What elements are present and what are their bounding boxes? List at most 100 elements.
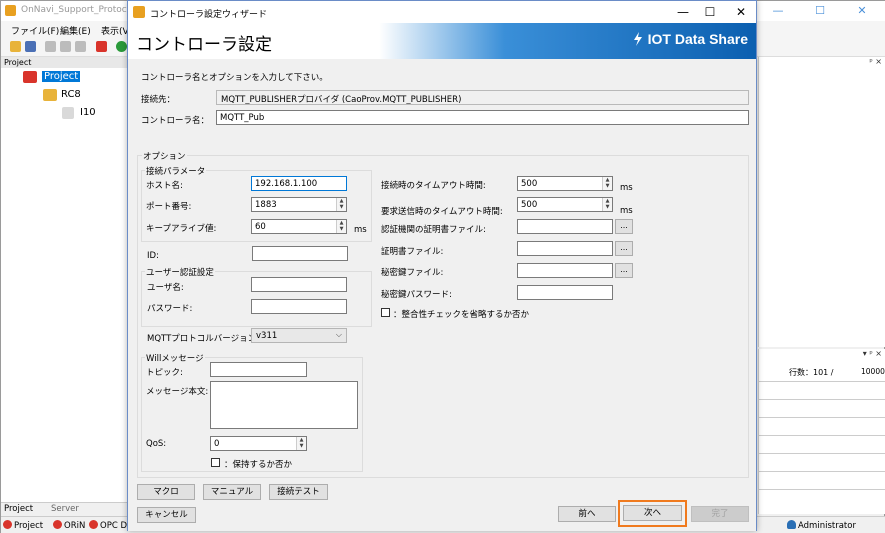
copy-icon[interactable] (45, 41, 56, 52)
dialog-maximize-icon[interactable]: ☐ (695, 3, 725, 21)
private-key-input[interactable] (517, 263, 613, 278)
connection-label: 接続先： (141, 95, 176, 105)
next-button[interactable]: 次へ (623, 505, 682, 521)
private-key-label: 秘密鍵ファイル: (381, 268, 444, 278)
private-key-browse-button[interactable]: ... (615, 263, 633, 278)
port-label: ポート番号: (146, 202, 192, 212)
connection-test-button[interactable]: 接続テスト (269, 484, 328, 500)
username-input[interactable] (251, 277, 347, 292)
grid-line (759, 399, 885, 400)
req-timeout-spin-buttons: ▲ ▼ (602, 198, 612, 211)
spin-down-icon[interactable]: ▼ (337, 226, 346, 232)
mqtt-version-label: MQTTプロトコルバージョン: (147, 334, 259, 344)
key-password-label: 秘密鍵パスワード: (381, 290, 452, 300)
skip-integrity-checkbox[interactable] (381, 308, 390, 317)
menu-view[interactable]: 表示(V (101, 24, 129, 37)
options-title: オプション (142, 150, 187, 162)
conn-timeout-stepper[interactable]: 500 ▲ ▼ (517, 176, 613, 191)
password-input[interactable] (251, 299, 347, 314)
status-error-icon (89, 520, 98, 529)
tree-node-project-label: Project (42, 71, 81, 82)
user-icon (787, 520, 796, 529)
menu-edit[interactable]: 編集(E) (60, 24, 91, 37)
req-timeout-label: 要求送信時のタイムアウト時間: (381, 207, 503, 217)
topic-input[interactable] (210, 362, 307, 377)
brand-logo: IOT Data Share (632, 31, 748, 47)
password-label: パスワード: (147, 304, 193, 314)
cert-label: 証明書ファイル: (381, 247, 444, 257)
spin-down-icon[interactable]: ▼ (337, 204, 346, 210)
keepalive-stepper[interactable]: 60 ▲ ▼ (251, 219, 347, 234)
keepalive-unit: ms (354, 225, 367, 235)
controller-name-input[interactable]: MQTT_Pub (216, 110, 749, 125)
wizard-body: コントローラ名とオプションを入力して下さい。 接続先： MQTT_PUBLISH… (128, 59, 756, 531)
tree-node-rc8[interactable]: RC8 (61, 89, 81, 100)
tab-project[interactable]: Project (4, 504, 33, 514)
mqtt-version-select[interactable]: v311 ⌵ (251, 328, 347, 343)
connection-field: MQTT_PUBLISHERプロバイダ (CaoProv.MQTT_PUBLIS… (216, 90, 749, 105)
ca-cert-browse-button[interactable]: ... (615, 219, 633, 234)
wizard-page-title: コントローラ設定 (136, 35, 272, 55)
qos-stepper[interactable]: 0 ▲ ▼ (210, 436, 307, 451)
status-error-icon (53, 520, 62, 529)
host-input[interactable]: 192.168.1.100 (251, 176, 347, 191)
grid-line (759, 381, 885, 382)
tab-server[interactable]: Server (51, 504, 79, 514)
req-timeout-stepper[interactable]: 500 ▲ ▼ (517, 197, 613, 212)
cancel-button[interactable]: キャンセル (137, 507, 196, 523)
macro-button[interactable]: マクロ (137, 484, 195, 500)
port-spin-buttons: ▲ ▼ (336, 198, 346, 211)
status-project: Project (3, 520, 43, 531)
dialog-close-icon[interactable]: ✕ (726, 3, 756, 21)
pin-close-icon[interactable]: ᵖ × (869, 57, 882, 66)
message-body-textarea[interactable] (210, 381, 358, 429)
ca-cert-input[interactable] (517, 219, 613, 234)
project-panel-header: Project (1, 57, 129, 68)
tree-node-project[interactable]: Project (42, 71, 81, 82)
main-close-icon[interactable]: ✕ (844, 3, 880, 19)
retain-checkbox[interactable] (211, 458, 220, 467)
folder-icon (43, 89, 57, 101)
status-orin: ORiN (53, 520, 85, 531)
message-body-label: メッセージ本文: (146, 387, 209, 397)
tree-node-i10[interactable]: I10 (80, 107, 96, 118)
qos-spin-buttons: ▲ ▼ (296, 437, 306, 450)
connection-params-title: 接続パラメータ (145, 165, 207, 177)
manual-button[interactable]: マニュアル (203, 484, 261, 500)
req-timeout-unit: ms (620, 206, 633, 216)
grid-line (759, 417, 885, 418)
controller-icon (62, 107, 74, 119)
delete-icon[interactable] (75, 41, 86, 52)
open-folder-icon[interactable] (10, 41, 21, 52)
spin-down-icon[interactable]: ▼ (603, 183, 612, 189)
grid-line (759, 471, 885, 472)
dialog-titlebar: コントローラ設定ウィザード — ☐ ✕ (128, 1, 756, 23)
run-icon[interactable] (116, 41, 127, 52)
dropdown-pin-close-icon[interactable]: ▾ ᵖ × (863, 349, 882, 358)
keepalive-spin-buttons: ▲ ▼ (336, 220, 346, 233)
paste-icon[interactable] (60, 41, 71, 52)
menu-file[interactable]: ファイル(F) (11, 24, 59, 37)
cert-browse-button[interactable]: ... (615, 241, 633, 256)
topic-label: トピック: (146, 368, 183, 378)
stop-icon[interactable] (96, 41, 107, 52)
instruction-text: コントローラ名とオプションを入力して下さい。 (141, 73, 328, 83)
cert-input[interactable] (517, 241, 613, 256)
main-maximize-icon[interactable]: ☐ (802, 3, 838, 19)
dialog-minimize-icon[interactable]: — (668, 3, 698, 21)
save-icon[interactable] (25, 41, 36, 52)
port-stepper[interactable]: 1883 ▲ ▼ (251, 197, 347, 212)
spin-down-icon[interactable]: ▼ (603, 204, 612, 210)
back-button[interactable]: 前へ (558, 506, 616, 522)
spin-down-icon[interactable]: ▼ (297, 443, 306, 449)
retain-label: ：保持するか否か (224, 460, 293, 470)
rows-total-label: 10000 (861, 367, 885, 376)
id-input[interactable] (252, 246, 348, 261)
host-label: ホスト名: (146, 181, 183, 191)
key-password-input[interactable] (517, 285, 613, 300)
rows-count-label: 行数：101 / (789, 368, 834, 377)
main-minimize-icon[interactable]: — (760, 3, 796, 19)
conn-timeout-unit: ms (620, 183, 633, 193)
app-icon (5, 5, 16, 16)
finish-button[interactable]: 完了 (691, 506, 749, 522)
